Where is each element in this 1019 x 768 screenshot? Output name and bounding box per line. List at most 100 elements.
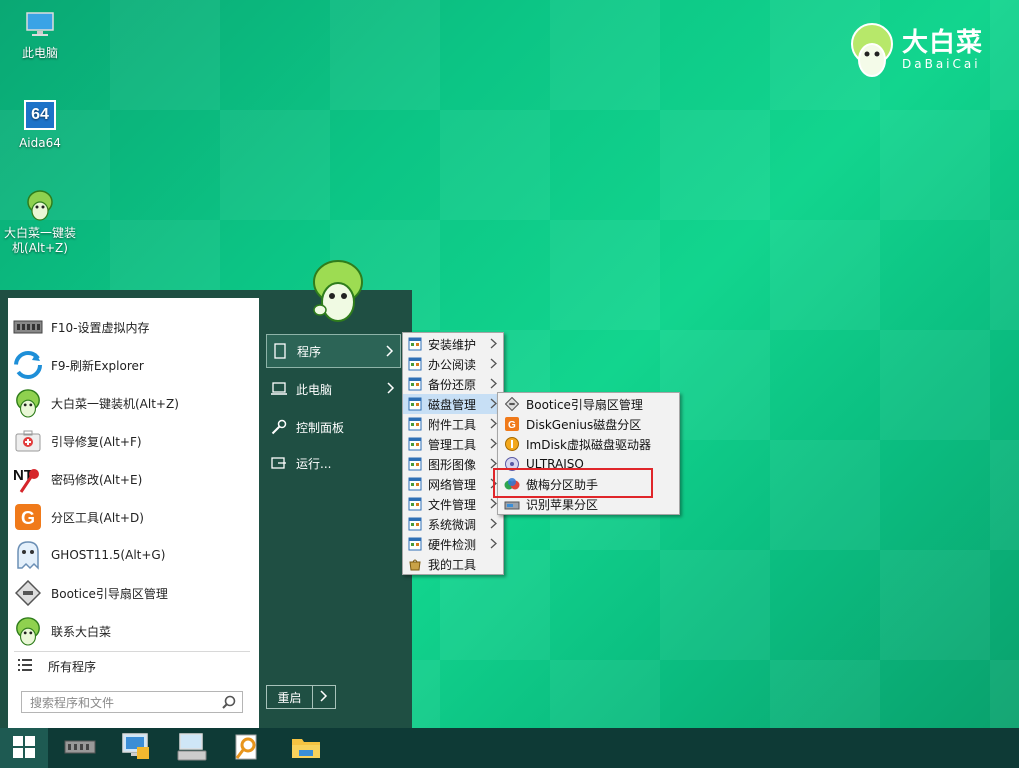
program-group-icon xyxy=(407,356,423,372)
taskbar-file-explorer[interactable] xyxy=(282,728,330,768)
search-input[interactable]: 搜索程序和文件 xyxy=(21,691,243,713)
search-placeholder: 搜索程序和文件 xyxy=(30,695,115,710)
programs-submenu-item[interactable]: 文件管理 xyxy=(403,494,503,514)
start-item-label: 大白菜一键装机(Alt+Z) xyxy=(51,396,179,411)
search-icon[interactable] xyxy=(222,695,236,712)
programs-submenu-item[interactable]: 备份还原 xyxy=(403,374,503,394)
divider xyxy=(14,651,250,652)
submenu-item-label: ImDisk虚拟磁盘驱动器 xyxy=(526,437,652,452)
programs-submenu-item[interactable]: 办公阅读 xyxy=(403,354,503,374)
programs-submenu-item[interactable]: 附件工具 xyxy=(403,414,503,434)
all-programs-button[interactable]: 所有程序 xyxy=(8,654,259,678)
taskbar-search-tool[interactable] xyxy=(222,728,270,768)
submenu-item-label: 系统微调 xyxy=(428,517,477,532)
taskbar-virtual-memory[interactable] xyxy=(56,728,104,768)
programs-submenu: 安装维护 办公阅读 备份还原 磁盘管理 附件工具管理工具图形图像网络管理文件管理系统微调… xyxy=(402,332,504,575)
programs-submenu-item[interactable]: 磁盘管理 xyxy=(403,394,503,414)
start-item-label: 分区工具(Alt+D) xyxy=(51,510,144,525)
ntpwd-key-icon: NT xyxy=(12,463,44,495)
wrench-icon xyxy=(270,419,288,435)
start-item-refresh-explorer[interactable]: F9-刷新Explorer xyxy=(8,346,259,384)
submenu-item-label: DiskGenius磁盘分区 xyxy=(526,417,642,432)
list-icon xyxy=(18,658,32,674)
start-item-label: 密码修改(Alt+E) xyxy=(51,472,143,487)
programs-submenu-item[interactable]: 图形图像 xyxy=(403,454,503,474)
apple-partition-icon xyxy=(504,496,520,512)
start-item-label: 引导修复(Alt+F) xyxy=(51,434,142,449)
start-menu-left-panel: F10-设置虚拟内存 F9-刷新Explorer 大白菜一键装机(Alt+Z) … xyxy=(8,298,259,728)
desktop-icon-label: Aida64 xyxy=(19,136,61,150)
svg-text:G: G xyxy=(21,508,35,528)
desktop-icon-aida64[interactable]: 64 Aida64 xyxy=(0,98,80,151)
start-item-virtual-memory[interactable]: F10-设置虚拟内存 xyxy=(8,308,259,346)
taskbar xyxy=(0,728,1019,768)
chevron-right-icon xyxy=(490,358,497,372)
desktop-icon-dabaicai[interactable]: 大白菜一键装机(Alt+Z) xyxy=(0,188,80,256)
start-item-password-change[interactable]: NT 密码修改(Alt+E) xyxy=(8,460,259,498)
start-item-boot-repair[interactable]: 引导修复(Alt+F) xyxy=(8,422,259,460)
submenu-item-label: 网络管理 xyxy=(428,477,477,492)
refresh-icon xyxy=(12,349,44,381)
chevron-right-icon xyxy=(490,418,497,432)
dabaicai-icon xyxy=(12,615,44,647)
taskbar-keyboard[interactable] xyxy=(168,728,216,768)
toolbox-icon xyxy=(407,556,423,572)
start-right-label: 程序 xyxy=(297,344,322,359)
start-item-label: F9-刷新Explorer xyxy=(51,358,144,373)
start-button[interactable] xyxy=(0,728,48,768)
brand-subtitle: DaBaiCai xyxy=(902,57,981,71)
start-item-bootice[interactable]: Bootice引导扇区管理 xyxy=(8,574,259,612)
chevron-right-icon xyxy=(490,398,497,412)
start-right-programs[interactable]: 程序 xyxy=(266,334,401,368)
memory-chip-icon xyxy=(64,738,96,759)
memory-chip-icon xyxy=(12,311,44,343)
disk-submenu-item[interactable]: ImDisk虚拟磁盘驱动器 xyxy=(498,434,679,454)
taskbar-network[interactable] xyxy=(112,728,160,768)
desktop-icon-label: 此电脑 xyxy=(21,46,58,60)
start-item-label: Bootice引导扇区管理 xyxy=(51,586,168,601)
start-item-one-key-install[interactable]: 大白菜一键装机(Alt+Z) xyxy=(8,384,259,422)
desktop-icon-this-pc[interactable]: 此电脑 xyxy=(0,8,80,61)
disk-submenu-item[interactable]: Bootice引导扇区管理 xyxy=(498,394,679,414)
start-item-label: GHOST11.5(Alt+G) xyxy=(51,548,166,562)
submenu-item-label: 硬件检测 xyxy=(428,537,477,552)
program-group-icon xyxy=(407,436,423,452)
ghost-icon xyxy=(12,539,44,571)
start-right-control-panel[interactable]: 控制面板 xyxy=(266,410,401,444)
start-item-contact[interactable]: 联系大白菜 xyxy=(8,612,259,650)
submenu-item-label: 管理工具 xyxy=(428,437,477,452)
restart-button[interactable]: 重启 xyxy=(267,686,313,708)
chevron-right-icon xyxy=(490,518,497,532)
chevron-right-icon xyxy=(490,338,497,352)
program-group-icon xyxy=(407,336,423,352)
programs-submenu-item[interactable]: 我的工具 xyxy=(403,554,503,574)
dabaicai-icon xyxy=(12,387,44,419)
start-item-ghost[interactable]: GHOST11.5(Alt+G) xyxy=(8,536,259,574)
programs-submenu-item[interactable]: 管理工具 xyxy=(403,434,503,454)
submenu-item-label: Bootice引导扇区管理 xyxy=(526,397,643,412)
start-right-this-pc[interactable]: 此电脑 xyxy=(266,372,401,406)
windows-start-icon xyxy=(13,735,35,761)
bootice-icon xyxy=(504,396,520,412)
disk-submenu-item[interactable]: G DiskGenius磁盘分区 xyxy=(498,414,679,434)
programs-submenu-item[interactable]: 安装维护 xyxy=(403,334,503,354)
dabaicai-mascot-icon xyxy=(313,260,363,322)
chevron-right-icon xyxy=(490,538,497,552)
highlight-annotation xyxy=(493,468,653,498)
chevron-right-icon xyxy=(490,438,497,452)
programs-submenu-item[interactable]: 硬件检测 xyxy=(403,534,503,554)
power-options-button[interactable] xyxy=(313,686,335,708)
network-monitor-icon xyxy=(121,732,151,764)
start-item-partition-tool[interactable]: G 分区工具(Alt+D) xyxy=(8,498,259,536)
start-right-run[interactable]: 运行... xyxy=(266,446,401,480)
aida64-icon: 64 xyxy=(23,98,57,132)
diskgenius-icon: G xyxy=(504,416,520,432)
start-menu: F10-设置虚拟内存 F9-刷新Explorer 大白菜一键装机(Alt+Z) … xyxy=(0,260,412,728)
programs-submenu-item[interactable]: 网络管理 xyxy=(403,474,503,494)
programs-submenu-item[interactable]: 系统微调 xyxy=(403,514,503,534)
start-right-label: 控制面板 xyxy=(296,420,345,435)
brand-logo: 大白菜 DaBaiCai xyxy=(848,18,1008,82)
desktop-icon-label: 大白菜一键装机(Alt+Z) xyxy=(3,226,76,255)
chevron-right-icon xyxy=(490,378,497,392)
folder-icon xyxy=(291,735,321,762)
